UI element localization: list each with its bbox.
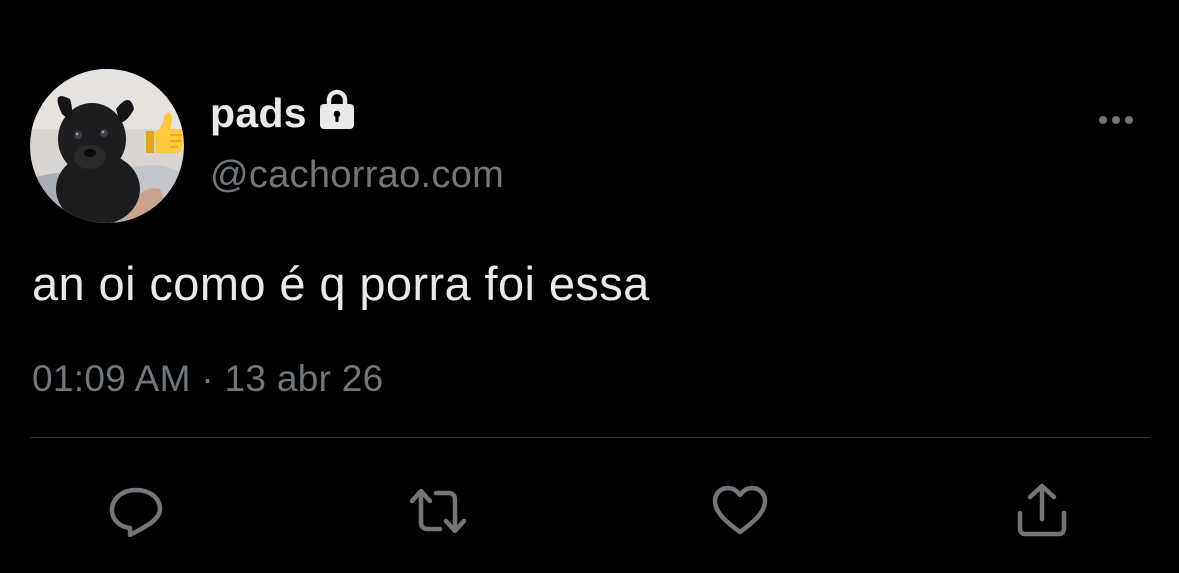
- share-icon: [1017, 483, 1067, 537]
- divider: [30, 437, 1149, 438]
- reply-icon: [109, 487, 163, 537]
- reply-button[interactable]: [106, 483, 166, 539]
- lock-icon: [319, 89, 354, 129]
- tweet-timestamp[interactable]: 01:09 AM · 13 abr 26: [32, 358, 384, 400]
- author-name-row: pads: [210, 88, 357, 138]
- tweet-date: 13 abr 26: [224, 358, 384, 399]
- retweet-button[interactable]: [408, 483, 468, 539]
- avatar[interactable]: [30, 69, 184, 223]
- meta-separator: ·: [190, 358, 225, 399]
- author-handle[interactable]: @cachorrao.com: [210, 154, 504, 197]
- like-button[interactable]: [710, 483, 770, 539]
- avatar-image: [30, 69, 184, 223]
- heart-icon: [712, 485, 768, 535]
- share-button[interactable]: [1012, 483, 1072, 539]
- tweet-time: 01:09 AM: [32, 358, 191, 399]
- display-name[interactable]: pads: [210, 90, 307, 137]
- more-options-icon[interactable]: [1096, 110, 1136, 130]
- tweet-text: an oi como é q porra foi essa: [32, 257, 650, 310]
- retweet-icon: [409, 488, 467, 534]
